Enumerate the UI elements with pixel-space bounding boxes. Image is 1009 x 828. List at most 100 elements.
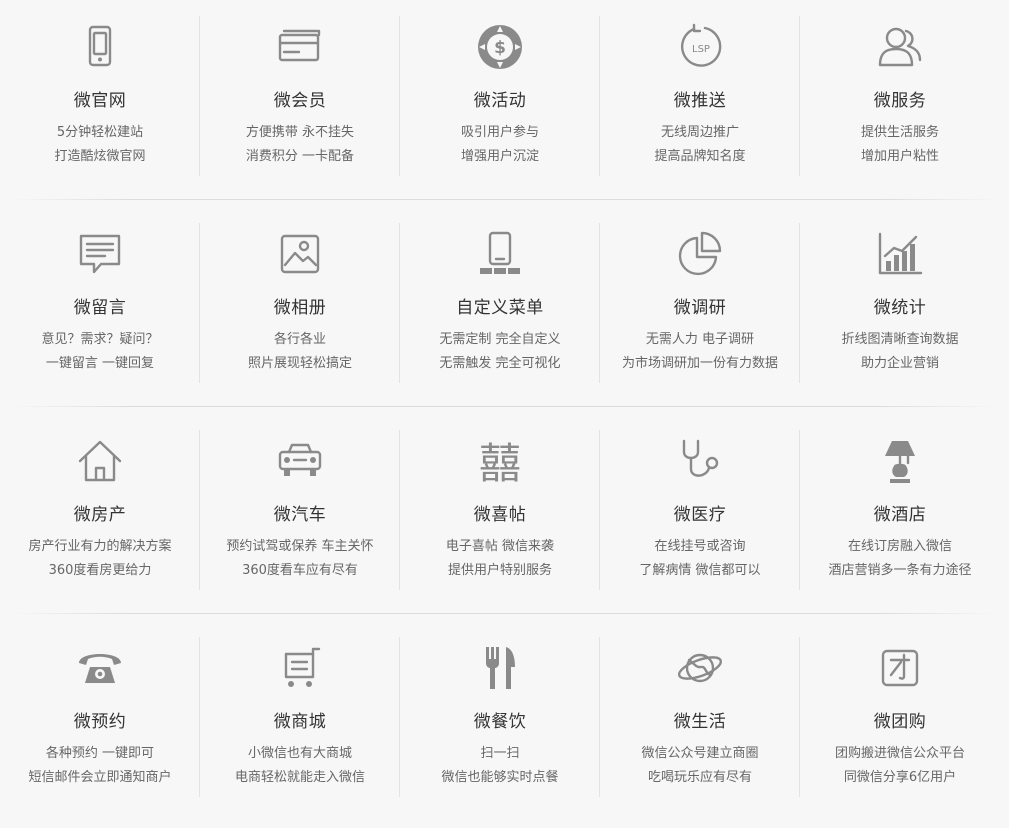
feature-card-group-buy[interactable]: 微团购 团购搬进微信公众平台 同微信分享6亿用户 — [800, 621, 1000, 828]
feature-card-mall[interactable]: 微商城 小微信也有大商城 电商轻松就能走入微信 — [200, 621, 400, 828]
feature-desc-line: 无需人力 电子调研 — [645, 332, 755, 347]
dollar-gear-icon: $ — [475, 22, 525, 72]
feature-desc-line: 助力企业营销 — [860, 356, 939, 371]
feature-desc-line: 酒店营销多一条有力途径 — [828, 563, 972, 578]
phone-menu-icon — [475, 229, 525, 279]
feature-title: 自定义菜单 — [456, 298, 544, 318]
feature-desc-line: 了解病情 微信都可以 — [639, 563, 761, 578]
feature-desc-line: 吃喝玩乐应有尽有 — [647, 770, 752, 785]
feature-desc-line: 消费积分 一卡配备 — [245, 149, 355, 164]
feature-desc-line: 无需定制 完全自定义 — [439, 332, 561, 347]
feature-desc-line: 折线图清晰查询数据 — [841, 332, 959, 347]
feature-card-survey[interactable]: 微调研 无需人力 电子调研 为市场调研加一份有力数据 — [600, 207, 800, 414]
feature-desc-line: 吸引用户参与 — [460, 125, 539, 140]
house-icon — [75, 436, 125, 486]
feature-desc-line: 提供用户特别服务 — [447, 563, 552, 578]
feature-card-auto[interactable]: 微汽车 预约试驾或保养 车主关怀 360度看车应有尽有 — [200, 414, 400, 621]
feature-desc-line: 提供生活服务 — [860, 125, 939, 140]
lsp-icon: LSP — [675, 22, 725, 72]
feature-desc-line: 微信公众号建立商圈 — [641, 746, 759, 761]
feature-desc-line: 360度看车应有尽有 — [242, 563, 358, 578]
cart-icon — [275, 643, 325, 693]
feature-card-life[interactable]: 微生活 微信公众号建立商圈 吃喝玩乐应有尽有 — [600, 621, 800, 828]
feature-title: 微调研 — [673, 298, 727, 318]
feature-desc-line: 在线挂号或咨询 — [654, 539, 746, 554]
feature-card-custom-menu[interactable]: 自定义菜单 无需定制 完全自定义 无需触发 完全可视化 — [400, 207, 600, 414]
feature-title: 微餐饮 — [473, 712, 527, 732]
feature-card-activity[interactable]: $ 微活动 吸引用户参与 增强用户沉淀 — [400, 0, 600, 207]
feature-card-album[interactable]: 微相册 各行各业 照片展现轻松搞定 — [200, 207, 400, 414]
planet-icon — [675, 643, 725, 693]
stethoscope-icon — [675, 436, 725, 486]
feature-row: 微房产 房产行业有力的解决方案 360度看房更给力 微汽车 预约试驾或保养 车主… — [0, 414, 1009, 621]
feature-title: 微官网 — [73, 91, 127, 111]
phone-icon — [75, 22, 125, 72]
svg-text:囍: 囍 — [479, 439, 521, 486]
group-buy-icon — [875, 643, 925, 693]
feature-desc-line: 360度看房更给力 — [48, 563, 152, 578]
feature-card-message[interactable]: 微留言 意见？需求？疑问？ 一键留言 一键回复 — [0, 207, 200, 414]
feature-card-hotel[interactable]: 微酒店 在线订房融入微信 酒店营销多一条有力途径 — [800, 414, 1000, 621]
feature-card-member[interactable]: 微会员 方便携带 永不挂失 消费积分 一卡配备 — [200, 0, 400, 207]
feature-desc-line: 同微信分享6亿用户 — [843, 770, 957, 785]
row-divider — [10, 406, 999, 407]
feature-desc-line: 一键留言 一键回复 — [45, 356, 155, 371]
feature-desc-line: 照片展现轻松搞定 — [247, 356, 352, 371]
feature-row: 微留言 意见？需求？疑问？ 一键留言 一键回复 微相册 各行各业 照片展现轻松搞… — [0, 207, 1009, 414]
feature-desc-line: 增加用户粘性 — [860, 149, 939, 164]
feature-title: 微汽车 — [273, 505, 327, 525]
feature-desc-line: 预约试驾或保养 车主关怀 — [226, 539, 374, 554]
feature-desc-line: 各行各业 — [273, 332, 326, 347]
feature-desc-line: 无需触发 完全可视化 — [439, 356, 561, 371]
feature-title: 微预约 — [73, 712, 127, 732]
feature-title: 微房产 — [73, 505, 127, 525]
feature-title: 微会员 — [273, 91, 327, 111]
telephone-icon — [75, 643, 125, 693]
feature-title: 微相册 — [273, 298, 327, 318]
feature-title: 微喜帖 — [473, 505, 527, 525]
feature-row: 微官网 5分钟轻松建站 打造酷炫微官网 微会员 方便携带 永不挂失 消费积分 一… — [0, 0, 1009, 207]
feature-desc-line: 团购搬进微信公众平台 — [834, 746, 965, 761]
feature-card-website[interactable]: 微官网 5分钟轻松建站 打造酷炫微官网 — [0, 0, 200, 207]
pie-chart-icon — [675, 229, 725, 279]
feature-card-statistics[interactable]: 微统计 折线图清晰查询数据 助力企业营销 — [800, 207, 1000, 414]
feature-row: 微预约 各种预约 一键即可 短信邮件会立即通知商户 微商城 小微信也有大商城 电… — [0, 621, 1009, 828]
car-icon — [275, 436, 325, 486]
feature-card-medical[interactable]: 微医疗 在线挂号或咨询 了解病情 微信都可以 — [600, 414, 800, 621]
feature-desc-line: 提高品牌知名度 — [654, 149, 746, 164]
message-icon — [75, 229, 125, 279]
feature-title: 微统计 — [873, 298, 927, 318]
feature-desc-line: 电商轻松就能走入微信 — [234, 770, 365, 785]
feature-card-wedding[interactable]: 囍 微喜帖 电子喜帖 微信来袭 提供用户特别服务 — [400, 414, 600, 621]
feature-title: 微活动 — [473, 91, 527, 111]
feature-title: 微酒店 — [873, 505, 927, 525]
feature-grid: 微官网 5分钟轻松建站 打造酷炫微官网 微会员 方便携带 永不挂失 消费积分 一… — [0, 0, 1009, 800]
picture-icon — [275, 229, 325, 279]
svg-text:LSP: LSP — [692, 44, 710, 55]
feature-card-service[interactable]: 微服务 提供生活服务 增加用户粘性 — [800, 0, 1000, 207]
feature-card-real-estate[interactable]: 微房产 房产行业有力的解决方案 360度看房更给力 — [0, 414, 200, 621]
double-happiness-icon: 囍 — [475, 436, 525, 486]
feature-title: 微商城 — [273, 712, 327, 732]
feature-desc-line: 意见？需求？疑问？ — [41, 332, 159, 347]
feature-card-push[interactable]: LSP 微推送 无线周边推广 提高品牌知名度 — [600, 0, 800, 207]
feature-desc-line: 无线周边推广 — [660, 125, 739, 140]
feature-desc-line: 各种预约 一键即可 — [45, 746, 155, 761]
feature-desc-line: 方便携带 永不挂失 — [245, 125, 355, 140]
feature-desc-line: 短信邮件会立即通知商户 — [28, 770, 172, 785]
feature-desc-line: 打造酷炫微官网 — [54, 149, 146, 164]
feature-card-dining[interactable]: 微餐饮 扫一扫 微信也能够实时点餐 — [400, 621, 600, 828]
feature-title: 微生活 — [673, 712, 727, 732]
feature-desc-line: 房产行业有力的解决方案 — [28, 539, 172, 554]
feature-title: 微推送 — [673, 91, 727, 111]
feature-title: 微医疗 — [673, 505, 727, 525]
feature-desc-line: 小微信也有大商城 — [247, 746, 352, 761]
card-icon — [275, 22, 325, 72]
feature-card-booking[interactable]: 微预约 各种预约 一键即可 短信邮件会立即通知商户 — [0, 621, 200, 828]
feature-desc-line: 增强用户沉淀 — [460, 149, 539, 164]
svg-text:$: $ — [494, 38, 506, 58]
feature-title: 微服务 — [873, 91, 927, 111]
feature-desc-line: 电子喜帖 微信来袭 — [445, 539, 555, 554]
user-icon — [875, 22, 925, 72]
feature-desc-line: 在线订房融入微信 — [847, 539, 952, 554]
